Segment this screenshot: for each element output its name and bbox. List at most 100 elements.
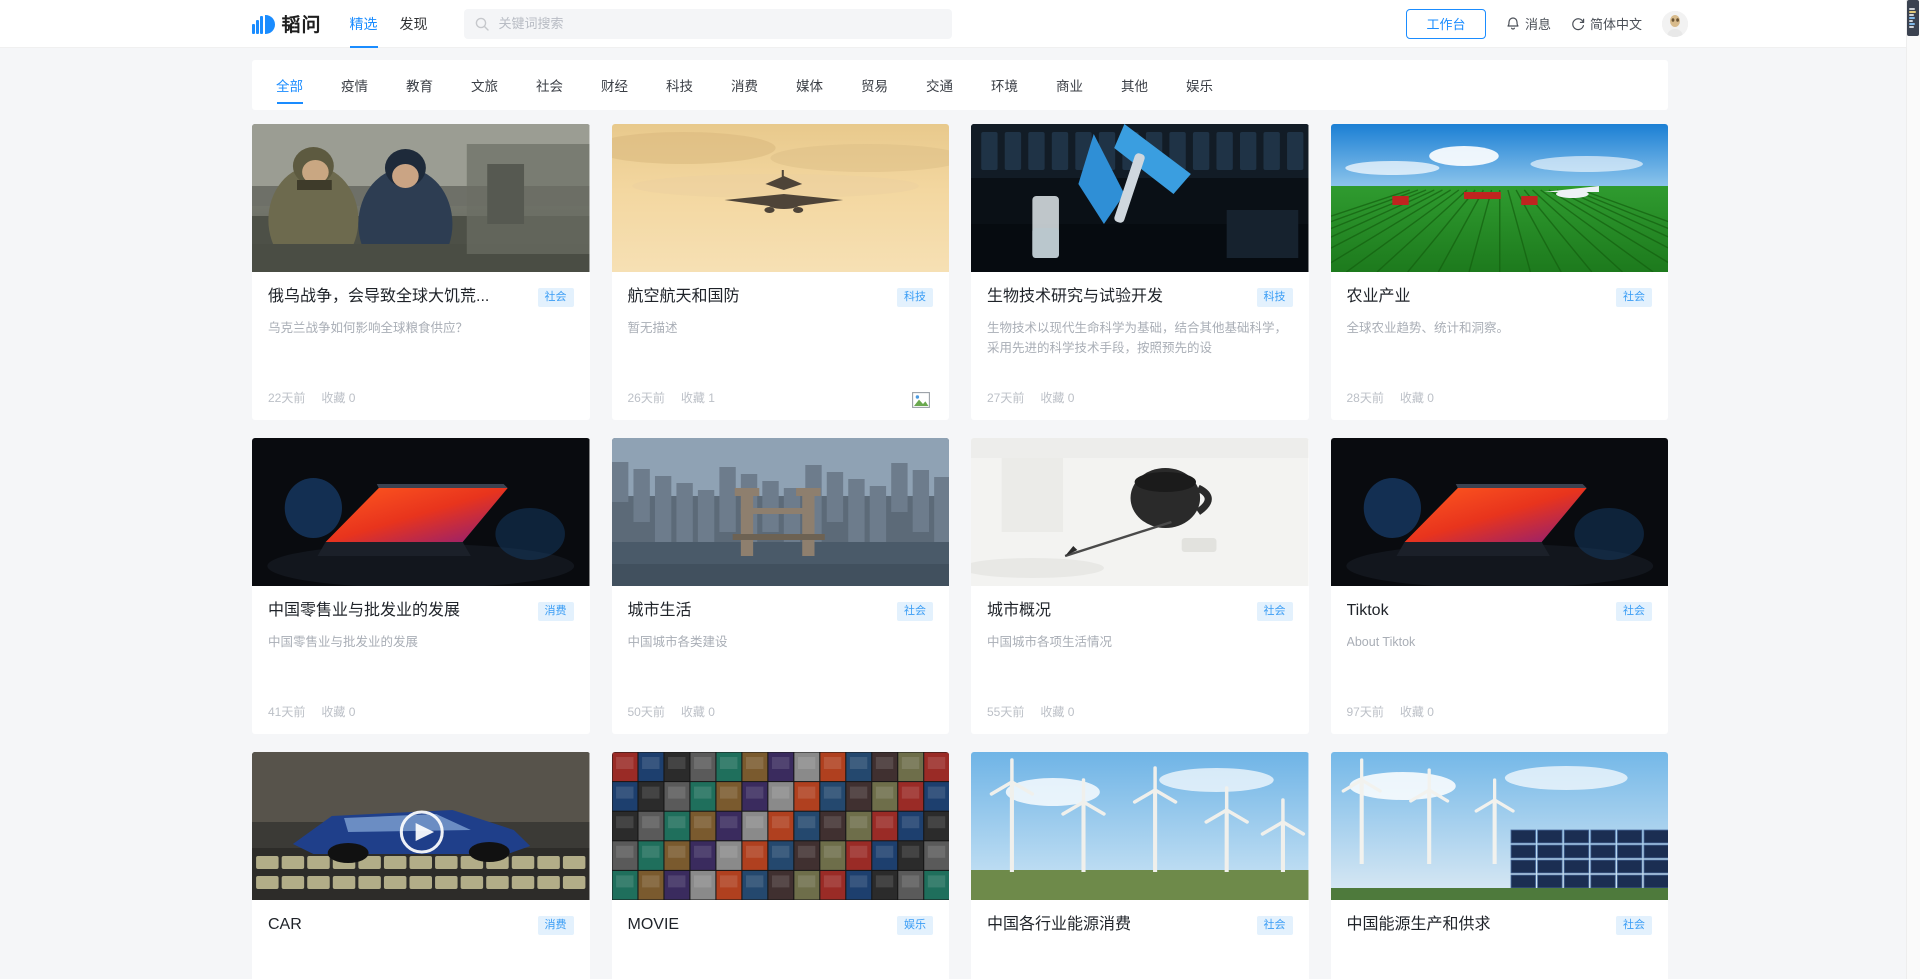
card-title-row: CAR消费 <box>268 914 574 936</box>
nav-link-featured[interactable]: 精选 <box>350 0 378 48</box>
card-description: 乌克兰战争如何影响全球粮食供应？ <box>268 318 574 338</box>
card-favorites: 收藏 0 <box>1400 389 1434 406</box>
card-title: 俄乌战争，会导致全球大饥荒... <box>268 286 530 308</box>
category-tab-10[interactable]: 交通 <box>926 60 953 110</box>
card-favorites: 收藏 0 <box>1040 389 1074 406</box>
category-tab-12[interactable]: 商业 <box>1056 60 1083 110</box>
card-category-badge[interactable]: 社会 <box>1257 916 1293 935</box>
card-favorites: 收藏 0 <box>321 389 355 406</box>
language-label: 简体中文 <box>1590 14 1642 33</box>
content-card[interactable]: 生物技术研究与试验开发科技生物技术以现代生命科学为基础，结合其他基础科学，采用先… <box>971 124 1309 420</box>
card-category-badge[interactable]: 社会 <box>1616 916 1652 935</box>
page-scrollbar-track[interactable] <box>1906 0 1920 979</box>
category-tab-9[interactable]: 贸易 <box>861 60 888 110</box>
card-title: 中国零售业与批发业的发展 <box>268 600 530 622</box>
language-switcher[interactable]: 简体中文 <box>1571 14 1642 33</box>
primary-nav: 精选 发现 <box>350 0 428 48</box>
card-category-badge[interactable]: 社会 <box>1616 602 1652 621</box>
card-meta: 55天前收藏 0 <box>987 703 1074 720</box>
card-title-row: 城市概况社会 <box>987 600 1293 622</box>
card-meta: 27天前收藏 0 <box>987 389 1074 406</box>
card-description: 暂无描述 <box>628 318 934 338</box>
card-title-row: Tiktok 社会 <box>1347 600 1653 622</box>
card-meta: 97天前收藏 0 <box>1347 703 1434 720</box>
content-card[interactable]: 中国零售业与批发业的发展消费中国零售业与批发业的发展41天前收藏 0 <box>252 438 590 734</box>
avatar[interactable] <box>1662 11 1688 37</box>
card-meta: 41天前收藏 0 <box>268 703 355 720</box>
card-category-badge[interactable]: 社会 <box>538 288 574 307</box>
page-scrollbar-thumb[interactable] <box>1907 0 1919 36</box>
card-favorites: 收藏 1 <box>681 389 715 406</box>
card-time: 41天前 <box>268 703 305 720</box>
card-title-row: 城市生活社会 <box>628 600 934 622</box>
category-tab-3[interactable]: 文旅 <box>471 60 498 110</box>
card-title-row: 俄乌战争，会导致全球大饥荒... 社会 <box>268 286 574 308</box>
messages-entry[interactable]: 消息 <box>1506 14 1551 33</box>
search-input[interactable] <box>499 16 942 31</box>
card-time: 28天前 <box>1347 389 1384 406</box>
search-icon <box>474 16 490 32</box>
card-thumbnail-airplane-sunset <box>612 124 950 272</box>
avatar-icon <box>1662 11 1688 37</box>
card-category-badge[interactable]: 社会 <box>897 602 933 621</box>
brand-name: 韬问 <box>282 10 322 37</box>
messages-label: 消息 <box>1525 14 1551 33</box>
category-tab-5[interactable]: 财经 <box>601 60 628 110</box>
content-card[interactable]: 中国能源生产和供求社会 <box>1331 752 1669 979</box>
card-title: MOVIE <box>628 914 890 936</box>
card-category-badge[interactable]: 消费 <box>538 602 574 621</box>
category-tab-11[interactable]: 环境 <box>991 60 1018 110</box>
workbench-button[interactable]: 工作台 <box>1406 9 1486 39</box>
category-tab-1[interactable]: 疫情 <box>341 60 368 110</box>
card-time: 22天前 <box>268 389 305 406</box>
content-card[interactable]: 城市生活社会中国城市各类建设50天前收藏 0 <box>612 438 950 734</box>
search-box[interactable] <box>464 9 952 39</box>
category-tab-6[interactable]: 科技 <box>666 60 693 110</box>
content-card[interactable]: MOVIE 娱乐 <box>612 752 950 979</box>
card-time: 50天前 <box>628 703 665 720</box>
nav-link-discover[interactable]: 发现 <box>400 0 428 48</box>
card-author-broken-image-icon <box>909 388 933 412</box>
card-thumbnail-solar-wind <box>1331 752 1669 900</box>
content-card[interactable]: CAR消费 <box>252 752 590 979</box>
card-body: 中国能源生产和供求社会 <box>1331 900 1669 979</box>
card-category-badge[interactable]: 娱乐 <box>897 916 933 935</box>
category-tab-14[interactable]: 娱乐 <box>1186 60 1213 110</box>
globe-icon <box>1571 17 1585 31</box>
category-tab-13[interactable]: 其他 <box>1121 60 1148 110</box>
content-card[interactable]: 城市概况社会中国城市各项生活情况 55天前收藏 0 <box>971 438 1309 734</box>
content-card[interactable]: 农业产业社会全球农业趋势、统计和洞察。28天前收藏 0 <box>1331 124 1669 420</box>
card-body: 生物技术研究与试验开发科技生物技术以现代生命科学为基础，结合其他基础科学，采用先… <box>971 272 1309 420</box>
content-card[interactable]: 中国各行业能源消费社会 <box>971 752 1309 979</box>
card-description: 中国城市各类建设 <box>628 632 934 652</box>
card-title-row: 农业产业社会 <box>1347 286 1653 308</box>
category-tab-8[interactable]: 媒体 <box>796 60 823 110</box>
content-card[interactable]: 俄乌战争，会导致全球大饥荒... 社会乌克兰战争如何影响全球粮食供应？ 22天前收藏… <box>252 124 590 420</box>
card-category-badge[interactable]: 社会 <box>1257 602 1293 621</box>
card-category-badge[interactable]: 社会 <box>1616 288 1652 307</box>
card-title: 农业产业 <box>1347 286 1609 308</box>
card-title-row: 航空航天和国防科技 <box>628 286 934 308</box>
card-title: 中国各行业能源消费 <box>987 914 1249 936</box>
content-card[interactable]: Tiktok社会About Tiktok97天前收藏 0 <box>1331 438 1669 734</box>
card-category-badge[interactable]: 科技 <box>897 288 933 307</box>
category-tab-4[interactable]: 社会 <box>536 60 563 110</box>
category-tab-0[interactable]: 全部 <box>276 60 303 110</box>
card-time: 26天前 <box>628 389 665 406</box>
bars-logo-icon <box>252 14 275 34</box>
category-tab-7[interactable]: 消费 <box>731 60 758 110</box>
content-card[interactable]: 航空航天和国防科技暂无描述 26天前收藏 1 <box>612 124 950 420</box>
category-tab-2[interactable]: 教育 <box>406 60 433 110</box>
card-category-badge[interactable]: 消费 <box>538 916 574 935</box>
card-favorites: 收藏 0 <box>321 703 355 720</box>
card-description: 生物技术以现代生命科学为基础，结合其他基础科学，采用先进的科学技术手段，按照预先… <box>987 318 1293 358</box>
card-body: MOVIE 娱乐 <box>612 900 950 979</box>
card-title: Tiktok <box>1347 600 1609 622</box>
category-tabs: 全部疫情教育文旅社会财经科技消费媒体贸易交通环境商业其他娱乐 <box>252 60 1668 110</box>
card-meta: 22天前收藏 0 <box>268 389 355 406</box>
card-category-badge[interactable]: 科技 <box>1257 288 1293 307</box>
card-title-row: 中国各行业能源消费社会 <box>987 914 1293 936</box>
card-thumbnail-lab-pipette <box>971 124 1309 272</box>
card-description: 中国城市各项生活情况 <box>987 632 1293 652</box>
brand-logo[interactable]: 韬问 <box>252 10 322 37</box>
